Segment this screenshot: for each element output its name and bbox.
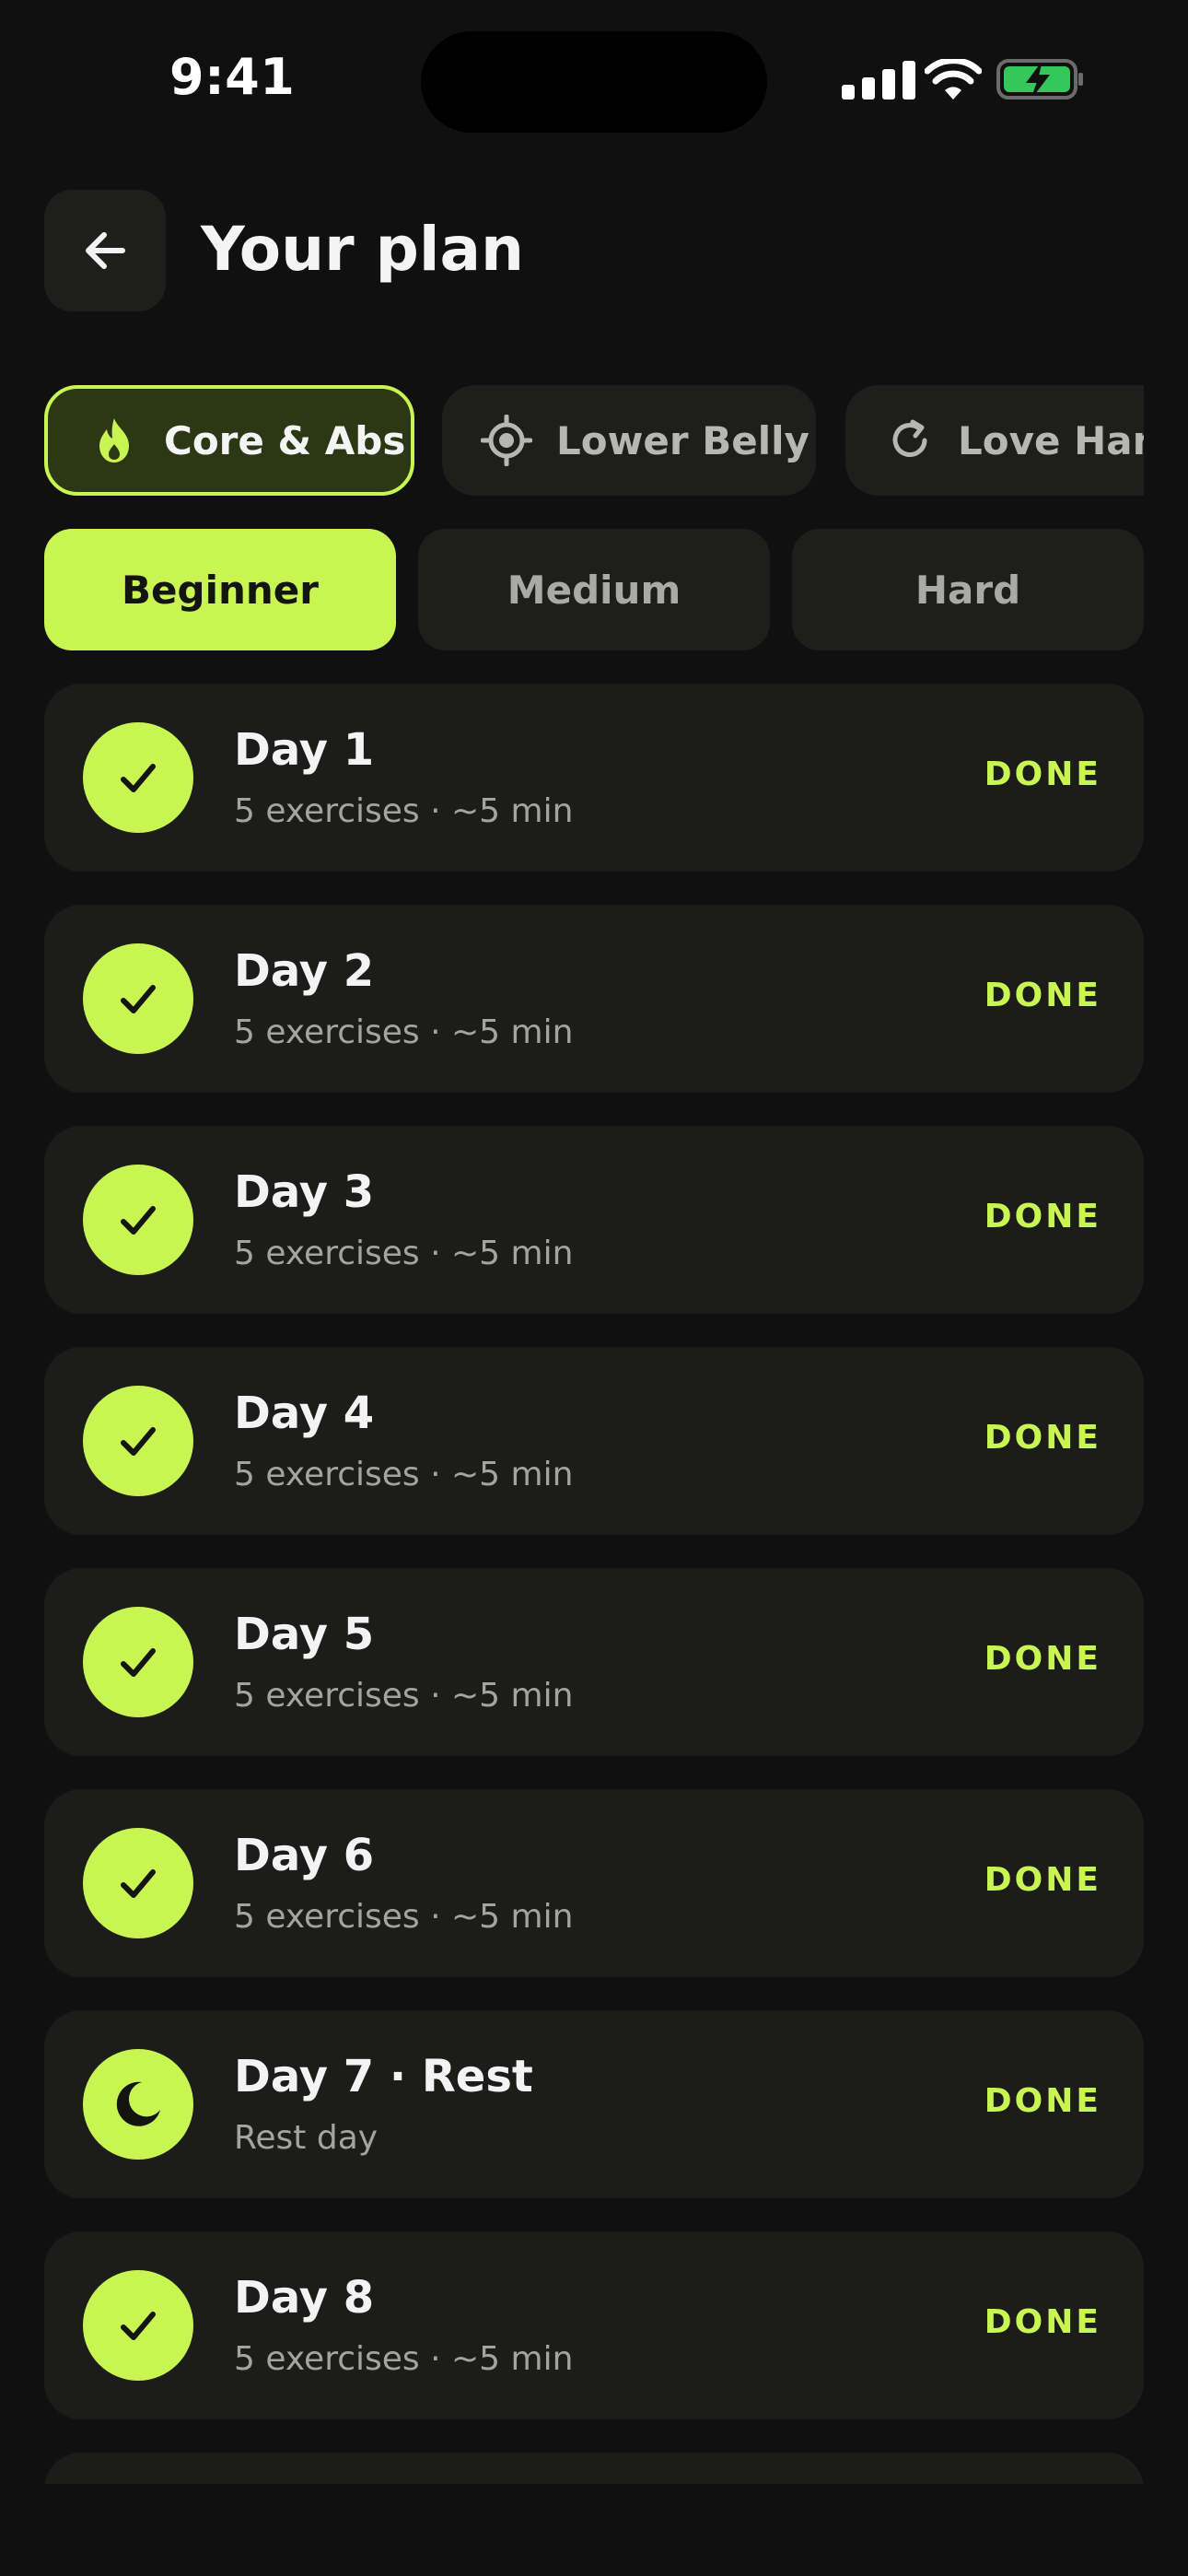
wifi-icon bbox=[925, 59, 982, 100]
day-subtitle: 5 exercises · ~5 min bbox=[234, 1013, 574, 1051]
status-bar: 9:41 bbox=[0, 0, 1188, 157]
day-subtitle: 5 exercises · ~5 min bbox=[234, 792, 574, 830]
cellular-signal-icon bbox=[842, 61, 915, 100]
target-icon bbox=[481, 415, 532, 466]
status-badge: DONE bbox=[984, 2082, 1101, 2120]
status-badge: DONE bbox=[984, 1198, 1101, 1235]
chip-lower-belly[interactable]: Lower Belly bbox=[442, 385, 816, 496]
day-subtitle: Rest day bbox=[234, 2119, 379, 2157]
day-card-partial[interactable] bbox=[44, 2453, 1144, 2484]
day-title: Day 8 bbox=[234, 2272, 375, 2324]
day-title: Day 3 bbox=[234, 1166, 375, 1218]
flame-icon bbox=[88, 415, 140, 466]
level-beginner[interactable]: Beginner bbox=[44, 529, 396, 650]
chip-label: Love Handles bbox=[958, 417, 1144, 463]
check-icon bbox=[83, 2270, 193, 2381]
day-title: Day 2 bbox=[234, 945, 375, 997]
check-icon bbox=[83, 722, 193, 833]
page-title: Your plan bbox=[201, 214, 524, 285]
arrow-left-icon bbox=[86, 232, 125, 269]
back-button[interactable] bbox=[44, 190, 166, 311]
difficulty-selector[interactable]: Beginner Medium Hard bbox=[44, 529, 1144, 650]
battery-charging-icon bbox=[996, 59, 1083, 100]
day-card[interactable]: Day 4 5 exercises · ~5 min DONE bbox=[44, 1347, 1144, 1535]
day-subtitle: 5 exercises · ~5 min bbox=[234, 1898, 574, 1936]
check-icon bbox=[83, 943, 193, 1054]
status-badge: DONE bbox=[984, 1640, 1101, 1678]
chip-love-handles[interactable]: Love Handles bbox=[845, 385, 1144, 496]
day-card[interactable]: Day 6 5 exercises · ~5 min DONE bbox=[44, 1789, 1144, 1977]
status-badge: DONE bbox=[984, 1861, 1101, 1899]
day-subtitle: 5 exercises · ~5 min bbox=[234, 1235, 574, 1272]
status-badge: DONE bbox=[984, 755, 1101, 793]
day-title: Day 5 bbox=[234, 1609, 375, 1660]
dynamic-island bbox=[421, 31, 767, 133]
day-subtitle: 5 exercises · ~5 min bbox=[234, 1456, 574, 1493]
day-title: Day 7 · Rest bbox=[234, 2051, 533, 2102]
check-icon bbox=[83, 1828, 193, 1938]
status-badge: DONE bbox=[984, 1419, 1101, 1457]
status-badge: DONE bbox=[984, 977, 1101, 1014]
status-badge: DONE bbox=[984, 2303, 1101, 2341]
category-chips[interactable]: Core & Abs Lower Belly Love Handles bbox=[44, 385, 1144, 496]
day-card[interactable]: Day 2 5 exercises · ~5 min DONE bbox=[44, 905, 1144, 1093]
day-card-rest[interactable]: Day 7 · Rest Rest day DONE bbox=[44, 2010, 1144, 2198]
level-medium[interactable]: Medium bbox=[418, 529, 770, 650]
day-subtitle: 5 exercises · ~5 min bbox=[234, 2340, 574, 2378]
check-icon bbox=[83, 1607, 193, 1717]
status-time: 9:41 bbox=[169, 48, 296, 106]
day-subtitle: 5 exercises · ~5 min bbox=[234, 1677, 574, 1715]
day-title: Day 4 bbox=[234, 1388, 375, 1439]
day-list[interactable]: Day 1 5 exercises · ~5 min DONE Day 2 5 … bbox=[44, 684, 1144, 2484]
check-icon bbox=[83, 1386, 193, 1496]
chip-core-abs[interactable]: Core & Abs bbox=[44, 385, 414, 496]
day-title: Day 1 bbox=[234, 724, 375, 776]
day-card[interactable]: Day 8 5 exercises · ~5 min DONE bbox=[44, 2231, 1144, 2419]
chip-label: Lower Belly bbox=[556, 417, 809, 463]
day-card[interactable]: Day 5 5 exercises · ~5 min DONE bbox=[44, 1568, 1144, 1756]
refresh-icon bbox=[886, 415, 934, 466]
day-title: Day 6 bbox=[234, 1830, 375, 1881]
day-card[interactable]: Day 3 5 exercises · ~5 min DONE bbox=[44, 1126, 1144, 1314]
chip-label: Core & Abs bbox=[164, 417, 406, 463]
level-hard[interactable]: Hard bbox=[792, 529, 1144, 650]
moon-icon bbox=[83, 2049, 193, 2160]
day-card[interactable]: Day 1 5 exercises · ~5 min DONE bbox=[44, 684, 1144, 872]
check-icon bbox=[83, 1165, 193, 1275]
